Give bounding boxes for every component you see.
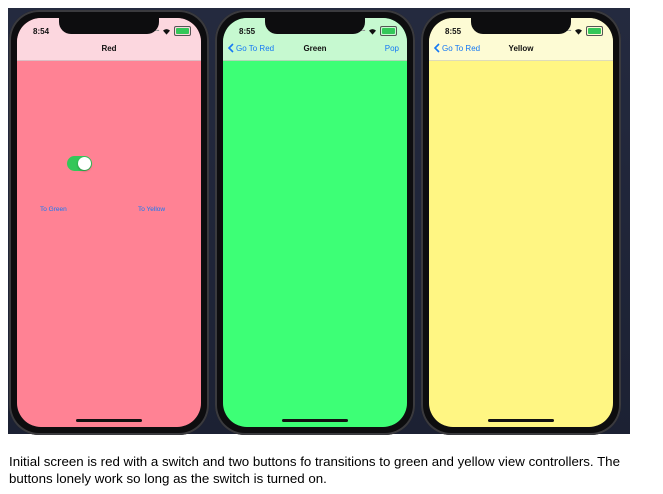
wifi-icon xyxy=(369,28,376,35)
status-icons: ···· xyxy=(566,26,603,36)
figure-caption: Initial screen is red with a switch and … xyxy=(9,454,620,486)
battery-icon xyxy=(586,26,603,36)
yellow-screen: 8:55 ···· Go To Red Yellow xyxy=(429,18,613,427)
phone-red: 8:54 ···· Red To Green To Yellow xyxy=(9,10,209,435)
home-indicator[interactable] xyxy=(76,419,142,422)
red-screen: 8:54 ···· Red To Green To Yellow xyxy=(17,18,201,427)
home-indicator[interactable] xyxy=(488,419,554,422)
red-content: To Green To Yellow xyxy=(17,61,201,427)
to-yellow-button[interactable]: To Yellow xyxy=(138,206,165,213)
enable-switch[interactable] xyxy=(67,156,92,171)
status-time: 8:55 xyxy=(445,27,462,36)
to-green-button[interactable]: To Green xyxy=(40,206,67,213)
battery-icon xyxy=(380,26,397,36)
battery-icon xyxy=(174,26,191,36)
status-icons: ···· xyxy=(360,26,397,36)
status-time: 8:55 xyxy=(239,27,256,36)
green-content xyxy=(223,61,407,427)
nav-title: Green xyxy=(303,44,327,53)
phone-yellow: 8:55 ···· Go To Red Yellow xyxy=(421,10,621,435)
notch xyxy=(471,18,571,34)
yellow-content xyxy=(429,61,613,427)
wifi-icon xyxy=(163,28,170,35)
pop-button[interactable]: Pop xyxy=(385,44,399,53)
phone-green: 8:55 ···· Go To Red Green Pop xyxy=(215,10,415,435)
status-time: 8:54 xyxy=(33,27,50,36)
navigation-bar: Red xyxy=(17,40,201,61)
notch xyxy=(59,18,159,34)
switch-knob xyxy=(78,157,91,170)
navigation-bar: Go To Red Yellow xyxy=(429,40,613,61)
home-indicator[interactable] xyxy=(282,419,348,422)
nav-title: Red xyxy=(101,44,117,53)
wifi-icon xyxy=(575,28,582,35)
green-screen: 8:55 ···· Go To Red Green Pop xyxy=(223,18,407,427)
nav-title: Yellow xyxy=(508,44,534,53)
status-icons: ···· xyxy=(154,26,191,36)
navigation-bar: Go To Red Green Pop xyxy=(223,40,407,61)
notch xyxy=(265,18,365,34)
